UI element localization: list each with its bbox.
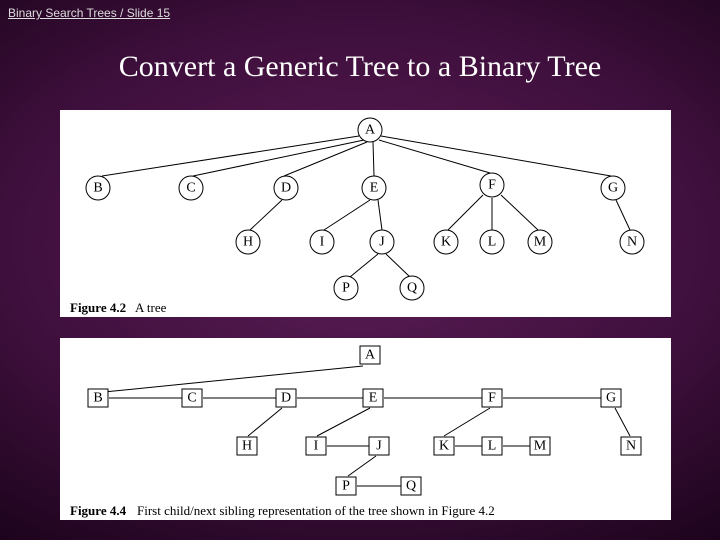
node-q: Q	[407, 281, 417, 296]
node2-e: E	[369, 391, 378, 406]
node2-f: F	[488, 391, 496, 406]
node2-d: D	[281, 391, 291, 406]
page-title: Convert a Generic Tree to a Binary Tree	[0, 50, 720, 84]
node2-q: Q	[406, 479, 416, 494]
node2-l: L	[488, 439, 497, 454]
node2-i: I	[314, 439, 319, 454]
node2-m: M	[534, 439, 547, 454]
node-j: J	[379, 235, 385, 250]
node2-g: G	[606, 391, 616, 406]
node-d: D	[281, 181, 291, 196]
node-l: L	[488, 235, 497, 250]
breadcrumb: Binary Search Trees / Slide 15	[8, 6, 170, 20]
node-e: E	[370, 181, 379, 196]
figure-binary-encoding: A B C D E F G H I J K L M N P Q Figure 4…	[60, 338, 671, 520]
node2-j: J	[376, 439, 382, 454]
node-k: K	[441, 235, 451, 250]
node2-b: B	[93, 391, 102, 406]
node-c: C	[186, 181, 195, 196]
node-a: A	[365, 123, 376, 138]
node-n: N	[627, 235, 637, 250]
node-b: B	[93, 181, 102, 196]
node2-h: H	[242, 439, 252, 454]
figure-generic-tree: A B C D E F G H I J K L M N P Q Figure 4…	[60, 110, 671, 317]
node2-c: C	[187, 391, 196, 406]
node-h: H	[243, 235, 253, 250]
fig2-caption-text: First child/next sibling representation …	[137, 503, 495, 518]
node-f: F	[488, 178, 496, 193]
fig2-caption-label: Figure 4.4	[70, 503, 127, 518]
node2-n: N	[626, 439, 636, 454]
fig1-caption-text: A tree	[135, 300, 167, 315]
node-i: I	[320, 235, 325, 250]
fig1-caption-label: Figure 4.2	[70, 300, 126, 315]
node2-p: P	[342, 479, 350, 494]
node-g: G	[608, 181, 618, 196]
node2-k: K	[439, 439, 449, 454]
node2-a: A	[365, 348, 376, 363]
node-m: M	[534, 235, 547, 250]
node-p: P	[342, 281, 350, 296]
